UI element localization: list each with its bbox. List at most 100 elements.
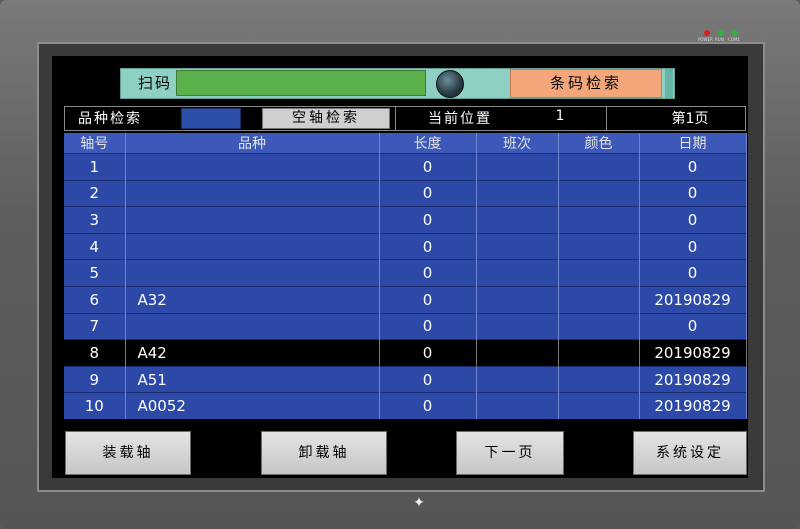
axis-table: 轴号 品种 长度 班次 颜色 日期 1 0 0 2 0 0 3 0 0 4 0 …	[64, 133, 747, 420]
cell-date: 0	[639, 259, 747, 287]
cell-variety	[125, 206, 380, 234]
status-leds: POWER RUN COM1	[698, 30, 742, 44]
header-date: 日期	[639, 133, 747, 154]
table-row[interactable]: 2 0 0	[64, 179, 747, 207]
table-row[interactable]: 9 A51 0 20190829	[64, 365, 747, 393]
table-row[interactable]: 5 0 0	[64, 259, 747, 287]
cell-color	[558, 285, 640, 314]
table-row-selected[interactable]: 8 A42 0 20190829	[64, 339, 747, 367]
cell-date: 0	[639, 179, 747, 207]
empty-axis-search-button[interactable]: 空轴检索	[262, 108, 390, 129]
cell-color	[558, 312, 640, 340]
run-led-icon	[718, 30, 724, 36]
cell-length: 0	[379, 285, 477, 314]
cell-length: 0	[379, 232, 477, 260]
unload-axis-button[interactable]: 卸载轴	[261, 431, 387, 475]
current-position-value: 1	[555, 108, 565, 124]
divider	[606, 106, 607, 131]
scan-bar-edge	[665, 69, 673, 98]
cell-length: 0	[379, 153, 477, 181]
power-led-icon	[704, 30, 710, 36]
cell-axis-no: 8	[64, 339, 126, 367]
cell-axis-no: 7	[64, 312, 126, 340]
cell-date: 20190829	[639, 392, 747, 420]
barcode-search-button[interactable]: 条码检索	[510, 69, 662, 98]
cell-date: 0	[639, 312, 747, 340]
cell-date: 0	[639, 153, 747, 181]
cell-axis-no: 4	[64, 232, 126, 260]
cell-axis-no: 9	[64, 365, 126, 393]
cell-variety	[125, 179, 380, 207]
variety-search-label: 品种检索	[78, 111, 142, 127]
cell-shift	[476, 339, 559, 367]
table-row[interactable]: 3 0 0	[64, 206, 747, 234]
cell-color	[558, 339, 640, 367]
brand-logo-icon: ✦	[413, 495, 425, 511]
cell-length: 0	[379, 365, 477, 393]
header-shift: 班次	[476, 133, 559, 154]
cell-variety	[125, 232, 380, 260]
cell-axis-no: 3	[64, 206, 126, 234]
cell-color	[558, 392, 640, 420]
cell-shift	[476, 285, 559, 314]
scan-trigger-button[interactable]	[436, 70, 464, 98]
cell-color	[558, 232, 640, 260]
cell-date: 20190829	[639, 285, 747, 314]
cell-shift	[476, 392, 559, 420]
cell-color	[558, 365, 640, 393]
com1-led-icon	[732, 30, 738, 36]
cell-axis-no: 6	[64, 285, 126, 314]
power-led-label: POWER	[698, 37, 713, 42]
cell-length: 0	[379, 312, 477, 340]
cell-length: 0	[379, 339, 477, 367]
variety-search-input[interactable]	[181, 108, 241, 129]
table-row[interactable]: 1 0 0	[64, 153, 747, 181]
scan-input[interactable]	[176, 70, 426, 96]
cell-shift	[476, 206, 559, 234]
divider	[395, 106, 396, 131]
header-variety: 品种	[125, 133, 380, 154]
cell-date: 0	[639, 206, 747, 234]
cell-axis-no: 5	[64, 259, 126, 287]
cell-color	[558, 206, 640, 234]
cell-length: 0	[379, 392, 477, 420]
cell-length: 0	[379, 179, 477, 207]
cell-date: 20190829	[639, 339, 747, 367]
cell-length: 0	[379, 206, 477, 234]
system-settings-button[interactable]: 系统设定	[633, 431, 747, 475]
header-axis-no: 轴号	[64, 133, 126, 154]
cell-color	[558, 179, 640, 207]
page-indicator: 第1页	[671, 111, 709, 127]
header-color: 颜色	[558, 133, 640, 154]
table-row[interactable]: 7 0 0	[64, 312, 747, 340]
scan-label: 扫码	[138, 74, 173, 92]
table-row[interactable]: 4 0 0	[64, 232, 747, 260]
run-led-label: RUN	[715, 37, 724, 42]
cell-date: 0	[639, 232, 747, 260]
cell-shift	[476, 232, 559, 260]
current-position-label: 当前位置	[428, 111, 492, 127]
cell-variety: A0052	[125, 392, 380, 420]
cell-axis-no: 1	[64, 153, 126, 181]
cell-shift	[476, 365, 559, 393]
load-axis-button[interactable]: 装载轴	[65, 431, 191, 475]
cell-shift	[476, 153, 559, 181]
cell-length: 0	[379, 259, 477, 287]
cell-axis-no: 10	[64, 392, 126, 420]
cell-variety	[125, 259, 380, 287]
header-length: 长度	[379, 133, 477, 154]
cell-shift	[476, 259, 559, 287]
cell-color	[558, 153, 640, 181]
cell-variety	[125, 153, 380, 181]
cell-date: 20190829	[639, 365, 747, 393]
table-row[interactable]: 6 A32 0 20190829	[64, 285, 747, 314]
cell-axis-no: 2	[64, 179, 126, 207]
cell-variety: A51	[125, 365, 380, 393]
table-header-row: 轴号 品种 长度 班次 颜色 日期	[64, 133, 747, 154]
cell-variety: A42	[125, 339, 380, 367]
table-row[interactable]: 10 A0052 0 20190829	[64, 392, 747, 420]
cell-shift	[476, 179, 559, 207]
com1-led-label: COM1	[728, 37, 740, 42]
cell-shift	[476, 312, 559, 340]
next-page-button[interactable]: 下一页	[456, 431, 564, 475]
